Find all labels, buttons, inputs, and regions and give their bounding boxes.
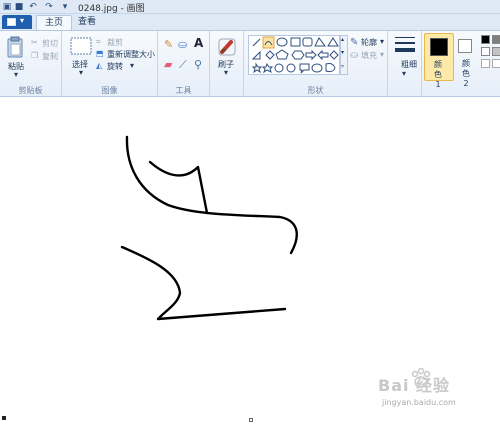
outline-icon: ✎ [350, 37, 359, 48]
customize-icon[interactable]: ▾ [60, 2, 70, 12]
cut-button[interactable]: 剪切 [42, 38, 58, 49]
palette-swatch-empty-1[interactable] [481, 59, 490, 68]
palette-swatch-white[interactable] [481, 47, 490, 56]
ribbon-tabs: ▾ 主页 查看 [0, 14, 500, 30]
rotate-dropdown-icon[interactable]: ▾ [130, 61, 134, 70]
crop-button[interactable]: 裁剪 [107, 37, 123, 48]
baidu-watermark: Bai 经验 jingyan.baidu.com [360, 368, 500, 412]
stroke-lower [120, 245, 287, 321]
clipboard-paste-icon[interactable] [6, 36, 24, 58]
save-icon[interactable]: ■ [14, 2, 24, 12]
rotate-icon: ◭ [96, 61, 103, 70]
paint-menu-icon [7, 18, 16, 26]
text-tool-icon[interactable]: A [194, 36, 203, 50]
fill-dropdown-icon[interactable]: ▾ [380, 50, 384, 59]
palette-swatch-lightgray[interactable] [492, 47, 500, 56]
eraser-icon[interactable]: ▰ [164, 58, 172, 71]
color2-swatch [458, 39, 472, 53]
shape-glyphs [251, 36, 339, 74]
color-picker-icon[interactable]: ⟋ [179, 58, 187, 72]
resize-handle-left[interactable] [2, 416, 6, 420]
shapes-group: ▴ ▾ ▿ ✎ 轮廓 ▾ ⛀ 填充 ▾ 形状 [244, 31, 388, 97]
color1-swatch [430, 38, 448, 56]
watermark-site: jingyan.baidu.com [382, 398, 456, 407]
stroke-curve-top [125, 135, 298, 255]
color1-label: 颜色 1 [434, 60, 442, 89]
resize-button[interactable]: 重新调整大小 [107, 49, 155, 60]
redo-icon[interactable]: ↷ [44, 2, 54, 12]
watermark-brand: Bai 经验 [378, 376, 451, 395]
palette-swatch-black[interactable] [481, 35, 490, 44]
rotate-button[interactable]: 旋转 [107, 61, 123, 72]
fill-bucket-icon[interactable]: ⛀ [178, 38, 187, 51]
shapes-scrollbar[interactable]: ▴ ▾ ▿ [340, 35, 348, 75]
paint-app-icon[interactable]: ▣ [2, 2, 12, 12]
crop-icon: ⌗ [96, 37, 101, 46]
shapes-gallery[interactable] [248, 35, 340, 75]
line-thickness-icon[interactable] [395, 35, 415, 55]
palette-swatch-gray[interactable] [492, 35, 500, 44]
copy-icon: ❐ [31, 51, 39, 60]
select-dropdown-icon[interactable]: ▾ [79, 68, 83, 77]
fill-button[interactable]: 填充 [361, 50, 377, 61]
canvas-area[interactable]: Bai 经验 jingyan.baidu.com [0, 97, 500, 424]
tools-group-label: 工具 [175, 86, 192, 95]
clipboard-group: 粘贴 ▾ ✂ 剪切 ❐ 复制 剪贴板 [0, 31, 62, 97]
color-palette [479, 35, 500, 75]
scroll-down-icon[interactable]: ▾ [341, 49, 344, 56]
size-group: 粗细 ▾ [388, 31, 422, 97]
title-bar: ▣ ■ ↶ ↷ ▾ 0248.jpg - 画图 [0, 0, 500, 14]
fill-icon: ⛀ [350, 50, 359, 61]
copy-button[interactable]: 复制 [42, 51, 58, 62]
scroll-more-icon[interactable]: ▿ [341, 63, 344, 70]
scroll-up-icon[interactable]: ▴ [341, 36, 344, 43]
color1-selector[interactable]: 颜色 1 [424, 33, 454, 89]
brushes-dropdown-icon[interactable]: ▾ [224, 68, 228, 77]
brush-icon[interactable] [216, 36, 238, 58]
color2-selector[interactable]: 颜色 2 [455, 33, 477, 88]
tools-group: ✎ ⛀ A ▰ ⟋ ⚲ 工具 [158, 31, 210, 97]
outline-dropdown-icon[interactable]: ▾ [380, 37, 384, 46]
magnifier-icon[interactable]: ⚲ [194, 58, 202, 71]
shapes-group-label: 形状 [307, 86, 324, 95]
tab-home[interactable]: 主页 [36, 15, 73, 30]
resize-handle-bottom[interactable] [249, 418, 253, 422]
paint-menu-button[interactable]: ▾ [2, 15, 32, 29]
resize-icon: ⬒ [96, 49, 104, 58]
stroke-hook [148, 160, 209, 215]
ribbon: 粘贴 ▾ ✂ 剪切 ❐ 复制 剪贴板 选择 ▾ ⌗ 裁剪 ⬒ 重新调整大小 ◭ … [0, 30, 500, 97]
clipboard-group-label: 剪贴板 [18, 86, 43, 95]
size-dropdown-icon[interactable]: ▾ [402, 69, 406, 78]
image-group: 选择 ▾ ⌗ 裁剪 ⬒ 重新调整大小 ◭ 旋转 ▾ 图像 [62, 31, 158, 97]
pencil-icon[interactable]: ✎ [164, 38, 173, 51]
color2-label: 颜色 2 [462, 59, 470, 88]
image-group-label: 图像 [101, 86, 118, 95]
undo-icon[interactable]: ↶ [28, 2, 38, 12]
palette-swatch-empty-2[interactable] [492, 59, 500, 68]
chevron-down-icon: ▾ [20, 16, 25, 25]
window-title: 0248.jpg - 画图 [78, 4, 145, 14]
outline-button[interactable]: 轮廓 [361, 37, 377, 48]
tab-view[interactable]: 查看 [70, 15, 104, 30]
select-icon[interactable] [70, 37, 92, 55]
brushes-group: 刷子 ▾ [210, 31, 244, 97]
paste-dropdown-icon[interactable]: ▾ [14, 70, 18, 79]
scissors-icon: ✂ [31, 38, 38, 47]
